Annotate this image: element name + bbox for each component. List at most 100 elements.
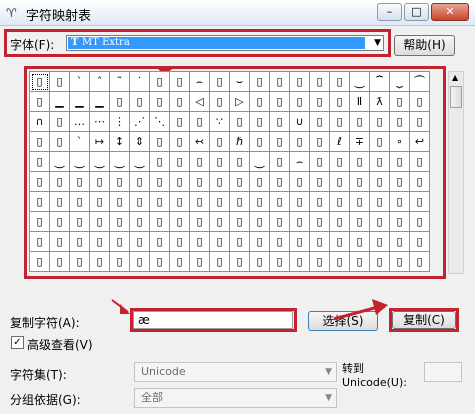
glyph-cell[interactable]: ▯ — [229, 251, 250, 272]
glyph-cell[interactable]: ▯ — [289, 91, 310, 112]
glyph-cell[interactable]: Ⅱ — [349, 91, 370, 112]
glyph-cell[interactable]: ▯ — [29, 191, 50, 212]
maximize-button[interactable]: □ — [404, 3, 429, 21]
glyph-cell[interactable]: ˙ — [129, 71, 150, 92]
glyph-cell[interactable]: ▯ — [409, 111, 430, 132]
glyph-cell[interactable]: ` — [69, 131, 90, 152]
glyph-cell[interactable]: ▯ — [69, 231, 90, 252]
glyph-cell[interactable]: ▯ — [349, 251, 370, 272]
glyph-cell[interactable]: ▯ — [89, 171, 110, 192]
glyph-cell[interactable]: ⏝ — [349, 71, 370, 92]
glyph-cell[interactable]: ▯ — [149, 251, 170, 272]
glyph-cell[interactable]: ▯ — [89, 231, 110, 252]
glyph-cell[interactable]: ▯ — [409, 211, 430, 232]
glyph-cell[interactable]: ▯ — [289, 131, 310, 152]
glyph-cell[interactable]: ▯ — [249, 251, 270, 272]
glyph-cell[interactable]: ▯ — [289, 211, 310, 232]
glyph-cell[interactable]: ▯ — [209, 171, 230, 192]
glyph-cell[interactable]: ▯ — [109, 251, 130, 272]
scroll-thumb[interactable] — [450, 86, 462, 108]
glyph-cell[interactable]: ▯ — [169, 231, 190, 252]
glyph-cell[interactable]: ▯ — [269, 131, 290, 152]
glyph-cell[interactable]: ▯ — [189, 191, 210, 212]
glyph-cell[interactable]: ▯ — [29, 91, 50, 112]
glyph-cell[interactable]: ▯ — [189, 151, 210, 172]
glyph-cell[interactable]: ▯ — [169, 111, 190, 132]
glyph-cell[interactable]: ▯ — [309, 251, 330, 272]
glyph-cell[interactable]: ▯ — [129, 91, 150, 112]
glyph-cell[interactable]: ▯ — [389, 151, 410, 172]
goto-unicode-input[interactable] — [424, 362, 462, 382]
glyph-cell[interactable]: ↩ — [409, 131, 430, 152]
glyph-cell[interactable]: ▯ — [169, 191, 190, 212]
advanced-view-checkbox[interactable]: ✓ — [11, 336, 24, 349]
glyph-cell[interactable]: ▯ — [349, 151, 370, 172]
glyph-cell[interactable]: ⋯ — [89, 111, 110, 132]
glyph-cell[interactable]: ▯ — [49, 171, 70, 192]
glyph-cell[interactable]: ▯ — [289, 191, 310, 212]
glyph-cell[interactable]: ▯ — [269, 151, 290, 172]
glyph-cell[interactable]: ▯ — [149, 171, 170, 192]
glyph-cell[interactable]: ▯ — [249, 211, 270, 232]
glyph-cell[interactable]: ▯ — [349, 211, 370, 232]
glyph-cell[interactable]: ▯ — [369, 171, 390, 192]
glyph-cell[interactable]: ▯ — [149, 151, 170, 172]
glyph-cell[interactable]: ▯ — [409, 171, 430, 192]
glyph-cell[interactable]: ▯ — [169, 91, 190, 112]
glyph-cell[interactable]: ▯ — [149, 131, 170, 152]
glyph-cell[interactable]: ▯ — [189, 171, 210, 192]
glyph-cell[interactable]: ▯ — [309, 171, 330, 192]
glyph-cell[interactable]: ▯ — [209, 191, 230, 212]
glyph-cell[interactable]: ⏝ — [249, 151, 270, 172]
glyph-cell[interactable]: ▯ — [129, 191, 150, 212]
glyph-cell[interactable]: ▯ — [309, 151, 330, 172]
glyph-cell[interactable]: ▯ — [149, 71, 170, 92]
glyph-cell[interactable]: ▯ — [389, 91, 410, 112]
glyph-cell[interactable]: ▁ — [49, 91, 70, 112]
glyph-cell[interactable]: ⌣ — [229, 71, 250, 92]
glyph-cell[interactable]: ▯ — [89, 211, 110, 232]
glyph-cell[interactable]: ▯ — [269, 211, 290, 232]
copy-button[interactable]: 复制(C) — [392, 311, 456, 329]
glyph-cell[interactable]: ▯ — [249, 111, 270, 132]
glyph-cell[interactable]: ▯ — [29, 151, 50, 172]
glyph-cell[interactable]: ▯ — [129, 171, 150, 192]
glyph-cell[interactable]: ▯ — [309, 231, 330, 252]
glyph-cell[interactable]: ▯ — [89, 251, 110, 272]
glyph-cell[interactable]: ▯ — [289, 231, 310, 252]
glyph-cell[interactable]: ▯ — [109, 171, 130, 192]
glyph-cell[interactable]: ∩ — [29, 111, 50, 132]
glyph-cell[interactable]: ▯ — [209, 91, 230, 112]
glyph-cell[interactable]: ▯ — [149, 211, 170, 232]
glyph-cell[interactable]: ▯ — [129, 231, 150, 252]
glyph-cell[interactable]: ▯ — [409, 151, 430, 172]
glyph-cell[interactable]: ⋰ — [129, 111, 150, 132]
glyph-cell[interactable]: ▯ — [309, 71, 330, 92]
glyph-cell[interactable]: ▯ — [369, 211, 390, 232]
glyph-cell[interactable]: ▯ — [49, 251, 70, 272]
glyph-cell[interactable]: ˜ — [109, 71, 130, 92]
glyph-cell[interactable]: ▯ — [129, 251, 150, 272]
glyph-cell[interactable]: ⋮ — [109, 111, 130, 132]
group-by-select[interactable]: 全部 ▼ — [134, 388, 337, 408]
glyph-cell[interactable]: ▯ — [269, 91, 290, 112]
glyph-cell[interactable]: ▯ — [269, 251, 290, 272]
glyph-cell[interactable]: ▯ — [329, 231, 350, 252]
charset-select[interactable]: Unicode ▼ — [134, 362, 337, 382]
glyph-cell[interactable]: ↢ — [189, 131, 210, 152]
glyph-cell[interactable]: ℓ — [329, 131, 350, 152]
glyph-cell[interactable]: ∵ — [209, 111, 230, 132]
glyph-cell[interactable]: ▯ — [249, 91, 270, 112]
glyph-cell[interactable]: ⏝ — [129, 151, 150, 172]
glyph-cell[interactable]: ▯ — [349, 191, 370, 212]
glyph-cell[interactable]: ▯ — [29, 211, 50, 232]
glyph-cell[interactable]: ∪ — [289, 111, 310, 132]
glyph-cell[interactable]: ▯ — [329, 91, 350, 112]
chevron-down-icon[interactable]: ▼ — [325, 389, 332, 407]
glyph-cell[interactable]: ▯ — [49, 71, 70, 92]
glyph-cell[interactable]: ⇕ — [129, 131, 150, 152]
glyph-cell[interactable]: ▯ — [109, 191, 130, 212]
glyph-cell[interactable]: ▯ — [389, 211, 410, 232]
glyph-cell[interactable]: ▯ — [249, 71, 270, 92]
glyph-cell[interactable]: ▯ — [329, 71, 350, 92]
